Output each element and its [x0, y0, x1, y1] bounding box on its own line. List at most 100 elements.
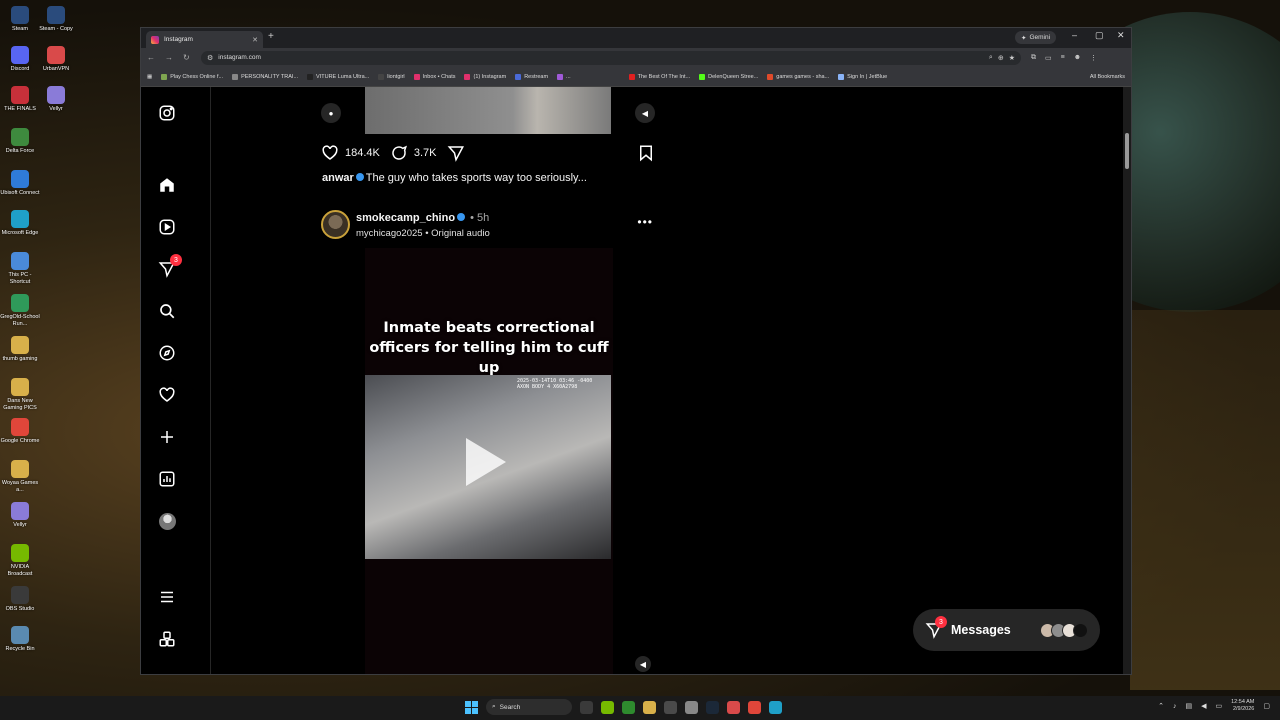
volume-icon[interactable]: ◀	[635, 103, 655, 123]
desktop-icon[interactable]: Steam	[0, 6, 40, 33]
desktop-icon[interactable]: Dans New Gaming PICS	[0, 378, 40, 412]
nvidia-icon[interactable]	[622, 700, 635, 714]
scrollbar-thumb[interactable]	[1125, 133, 1129, 169]
zoom-icon[interactable]: ⌕	[989, 54, 993, 62]
task-view-icon[interactable]	[580, 700, 593, 714]
steam-icon[interactable]	[706, 700, 719, 714]
post-username[interactable]: smokecamp_chino	[356, 212, 455, 224]
share-icon[interactable]	[447, 144, 465, 162]
tab-instagram[interactable]: Instagram ✕	[146, 31, 263, 48]
audio-user[interactable]: mychicago2025	[356, 228, 423, 239]
notifications-heart-icon[interactable]	[157, 385, 177, 405]
reels-icon[interactable]	[157, 217, 177, 237]
forward-icon[interactable]: →	[165, 53, 173, 62]
post-options-icon[interactable]: •••	[637, 215, 653, 229]
desktop-icon[interactable]: THE FINALS	[0, 86, 40, 113]
minimize-button[interactable]: –	[1072, 30, 1077, 40]
reading-list-icon[interactable]: ≡	[1061, 54, 1065, 62]
desktop-icon[interactable]: Microsoft Edge	[0, 210, 40, 237]
taskbar-search[interactable]: ⌕ Search	[486, 699, 572, 715]
save-bookmark-icon[interactable]	[637, 144, 655, 162]
create-plus-icon[interactable]	[157, 427, 177, 447]
opera-icon[interactable]	[727, 700, 740, 714]
clock[interactable]: 12:54 AM 2/9/2026	[1231, 699, 1254, 713]
gemini-button[interactable]: ✦ Gemini	[1015, 31, 1057, 44]
caption-username[interactable]: anwar	[322, 172, 354, 184]
bookmark-item[interactable]: Sign In | JetBlue	[838, 73, 887, 80]
desktop-icon[interactable]: Woyaa Games a...	[0, 460, 40, 494]
tagged-user-icon[interactable]: ●	[321, 103, 341, 123]
desktop-icon[interactable]: UrbanVPN	[36, 46, 76, 73]
desktop-icon[interactable]: Delta Force	[0, 128, 40, 155]
store-icon[interactable]	[664, 700, 677, 714]
page-scrollbar[interactable]	[1123, 87, 1131, 674]
battery-icon[interactable]: ▭	[1216, 702, 1223, 710]
bookmark-item[interactable]: Inbox • Chats	[413, 73, 455, 80]
desktop-icon[interactable]: Ubisoft Connect	[0, 170, 40, 197]
split-view-icon[interactable]: ▭	[1045, 54, 1052, 62]
windows-start-icon[interactable]	[465, 700, 478, 714]
like-count[interactable]: 184.4K	[345, 147, 380, 159]
bookmark-item[interactable]: Restream	[515, 73, 548, 80]
microphone-icon[interactable]: ♪	[1173, 703, 1177, 710]
more-menu-icon[interactable]	[157, 587, 177, 607]
comment-count[interactable]: 3.7K	[414, 147, 437, 159]
comment-icon[interactable]	[390, 144, 408, 162]
instagram-logo-icon[interactable]	[157, 103, 177, 123]
desktop-icon[interactable]: NVIDIA Broadcast	[0, 544, 40, 578]
post-video[interactable]: Inmate beats correctional officers for t…	[313, 248, 665, 674]
messages-button[interactable]: 3 Messages	[913, 609, 1100, 651]
install-app-icon[interactable]: ⊕	[998, 54, 1004, 62]
notifications-icon[interactable]: ▢	[1263, 702, 1270, 710]
network-icon[interactable]: ▤	[1185, 702, 1192, 710]
audio-label[interactable]: Original audio	[431, 228, 490, 239]
bookmark-item[interactable]: DelenQueen Stree...	[699, 73, 758, 80]
bookmark-item[interactable]: games games - sha...	[767, 73, 829, 80]
reload-icon[interactable]: ↻	[183, 53, 191, 62]
play-icon[interactable]	[466, 438, 506, 486]
volume-tray-icon[interactable]: ◀	[1201, 702, 1206, 710]
desktop-icon[interactable]: OBS Studio	[0, 586, 40, 613]
chrome-icon[interactable]	[748, 700, 761, 714]
profile-icon[interactable]: ☻	[1074, 54, 1081, 62]
settings-icon[interactable]	[685, 700, 698, 714]
post-time[interactable]: 5h	[477, 212, 489, 224]
profile-avatar[interactable]	[157, 511, 177, 531]
home-icon[interactable]	[157, 175, 177, 195]
search-icon[interactable]	[157, 301, 177, 321]
bookmark-item[interactable]: Play Chess Online f...	[161, 73, 223, 80]
direct-messages-icon[interactable]: 3	[157, 254, 182, 279]
desktop-icon[interactable]: Steam - Copy	[36, 6, 76, 33]
also-from-meta-icon[interactable]	[157, 629, 177, 649]
bookmark-star-icon[interactable]: ★	[1009, 54, 1015, 62]
volume-icon[interactable]: ◀	[635, 656, 651, 672]
file-explorer-icon[interactable]	[643, 700, 656, 714]
url-text[interactable]: instagram.com	[218, 54, 984, 61]
bookmark-item[interactable]: VITURE Luma Ultra...	[307, 73, 369, 80]
tab-close-icon[interactable]: ✕	[252, 36, 258, 44]
bookmark-item[interactable]: (1) Instagram	[464, 73, 506, 80]
like-heart-icon[interactable]	[321, 144, 339, 162]
gamepass-icon[interactable]	[601, 700, 614, 714]
back-icon[interactable]: ←	[147, 53, 155, 62]
apps-icon[interactable]: ▦	[147, 74, 152, 80]
bookmark-item[interactable]: liontgirl	[378, 73, 405, 80]
all-bookmarks-button[interactable]: All Bookmarks	[1090, 74, 1125, 80]
explore-icon[interactable]	[157, 343, 177, 363]
post-author-avatar[interactable]	[321, 210, 350, 239]
omnibox[interactable]: ⚙ instagram.com ⌕ ⊕ ★	[201, 50, 1021, 65]
desktop-icon[interactable]: Recycle Bin	[0, 626, 40, 653]
desktop-icon[interactable]: thumb gaming	[0, 336, 40, 363]
desktop-icon[interactable]: Vellyr	[0, 502, 40, 529]
desktop-icon[interactable]: Discord	[0, 46, 40, 73]
maximize-button[interactable]: ▢	[1095, 30, 1104, 41]
bookmark-item[interactable]: PERSONALITY TRAI...	[232, 73, 298, 80]
previous-post-video[interactable]: ● ◀	[313, 87, 665, 134]
desktop-icon[interactable]: This PC - Shortcut	[0, 252, 40, 286]
bookmark-item[interactable]: The Best Of The Int...	[628, 73, 690, 80]
tray-overflow-icon[interactable]: ⌃	[1158, 702, 1164, 710]
desktop-icon[interactable]: Vellyr	[36, 86, 76, 113]
desktop-icon[interactable]: GregOld-School Run...	[0, 294, 40, 328]
desktop-icon[interactable]: Google Chrome	[0, 418, 40, 445]
new-tab-button[interactable]: +	[268, 31, 274, 42]
